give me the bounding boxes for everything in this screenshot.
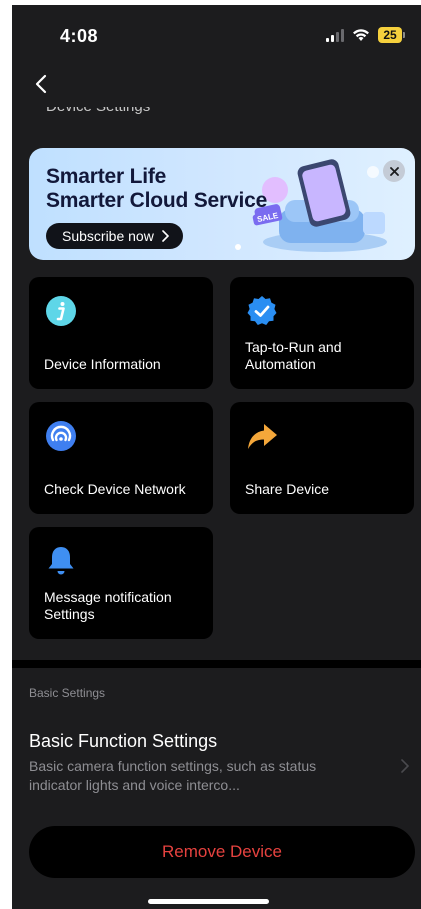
battery-icon: 25 (378, 27, 405, 43)
share-arrow-icon (248, 424, 277, 449)
tile-tap-to-run-automation[interactable]: Tap-to-Run and Automation (230, 277, 414, 389)
battery-level: 25 (378, 27, 402, 43)
close-icon (389, 166, 399, 176)
banner-title-line1: Smarter Life (46, 165, 167, 188)
status-time: 4:08 (60, 26, 99, 46)
tile-share-device[interactable]: Share Device (230, 402, 414, 514)
home-indicator[interactable] (148, 899, 269, 904)
back-button[interactable] (30, 69, 52, 99)
section-divider (12, 660, 421, 668)
chevron-left-icon (35, 74, 47, 94)
cellular-signal-icon (326, 28, 344, 42)
setting-title: Basic Function Settings (29, 731, 218, 751)
info-icon (46, 296, 76, 326)
setting-description: Basic camera function settings, such as … (29, 758, 317, 793)
checkmark-icon (247, 296, 277, 325)
subscribe-now-button[interactable]: Subscribe now (46, 223, 183, 249)
status-icons: 25 (326, 27, 405, 43)
promo-illustration-icon (254, 159, 387, 252)
tile-label: Tap-to-Run and Automation (245, 339, 342, 372)
section-header-basic-settings: Basic Settings (29, 686, 106, 700)
network-signal-icon (46, 421, 76, 451)
tile-label: Device Information (44, 356, 161, 372)
tile-label: Message notification Settings (44, 589, 172, 622)
tile-message-notification-settings[interactable]: Message notification Settings (29, 527, 213, 639)
phone-screen: 4:08 25 Device Settings Smarter Life Sma… (12, 5, 421, 909)
bell-icon (48, 547, 74, 575)
wifi-icon (353, 29, 369, 41)
remove-device-button[interactable]: Remove Device (29, 826, 415, 878)
tile-label: Check Device Network (44, 481, 186, 497)
chevron-right-icon (162, 230, 169, 242)
tile-check-device-network[interactable]: Check Device Network (29, 402, 213, 514)
chevron-right-icon (401, 759, 409, 773)
tile-device-information[interactable]: Device Information (29, 277, 213, 389)
cloud-service-banner[interactable]: Smarter Life Smarter Cloud Service SALE … (29, 148, 415, 260)
banner-close-button[interactable] (383, 160, 405, 182)
subscribe-label: Subscribe now (62, 228, 154, 244)
tile-label: Share Device (245, 481, 330, 497)
banner-title-line2: Smarter Cloud Service (46, 189, 268, 212)
carousel-indicator (235, 244, 241, 250)
scrolled-header-title: Device Settings (46, 98, 416, 116)
